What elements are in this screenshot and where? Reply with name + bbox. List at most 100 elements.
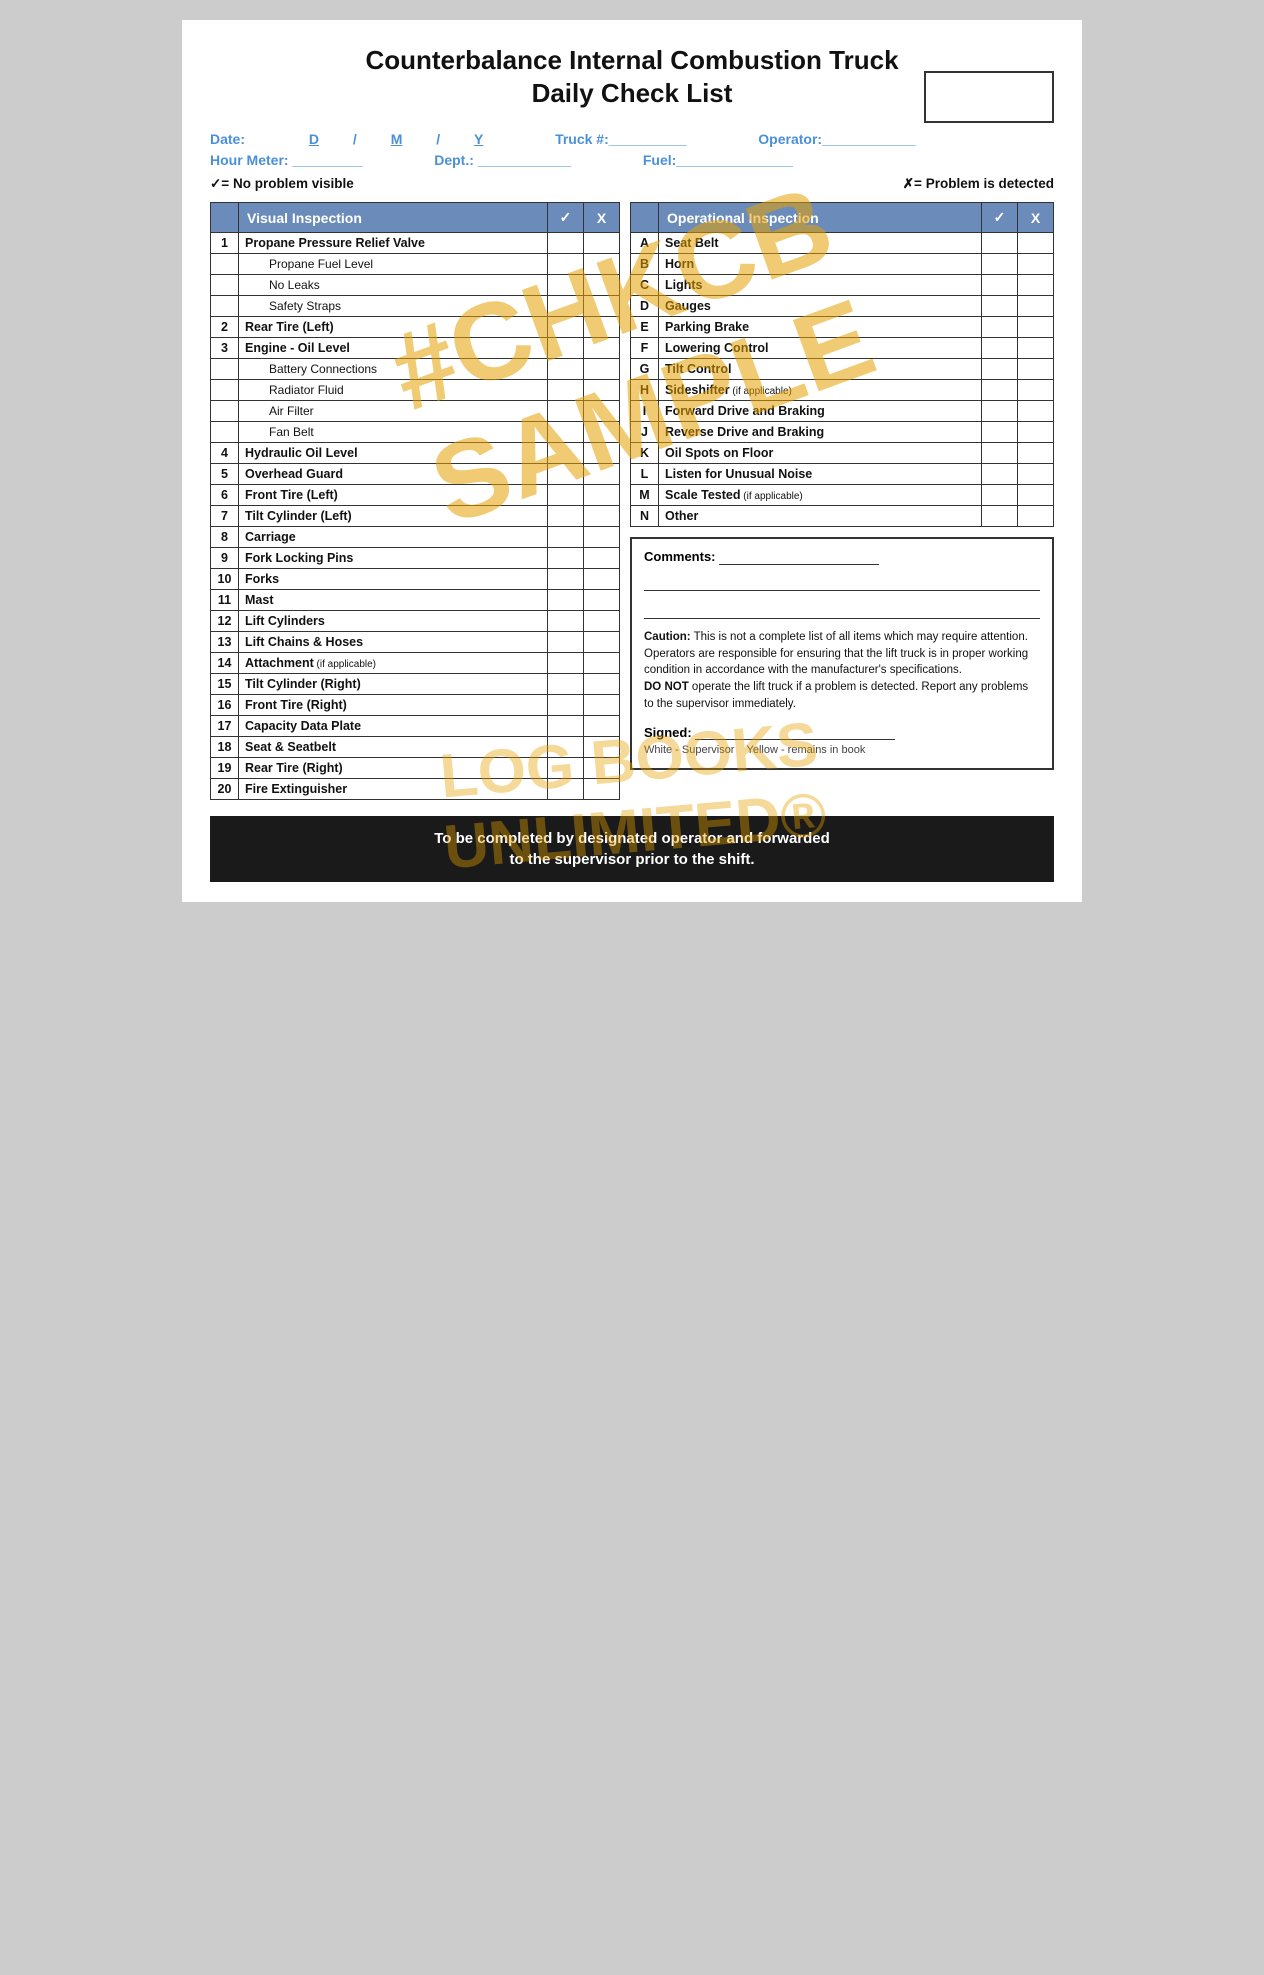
op-row-x[interactable] [1018,464,1054,485]
visual-row-x[interactable] [584,632,620,653]
visual-row-check[interactable] [548,275,584,296]
visual-row-x[interactable] [584,317,620,338]
op-row-x[interactable] [1018,422,1054,443]
visual-row-check[interactable] [548,737,584,758]
op-row-check[interactable] [982,443,1018,464]
visual-row-check[interactable] [548,758,584,779]
visual-row-check[interactable] [548,233,584,254]
visual-row-check[interactable] [548,674,584,695]
visual-num-header [211,203,239,233]
visual-table-row: 11Mast [211,590,620,611]
op-row-check[interactable] [982,506,1018,527]
op-row-x[interactable] [1018,275,1054,296]
op-row-x[interactable] [1018,485,1054,506]
op-row-check[interactable] [982,338,1018,359]
op-row-check[interactable] [982,296,1018,317]
visual-row-x[interactable] [584,380,620,401]
visual-row-check[interactable] [548,632,584,653]
visual-row-check[interactable] [548,653,584,674]
visual-row-check[interactable] [548,569,584,590]
op-row-x[interactable] [1018,380,1054,401]
op-row-x[interactable] [1018,443,1054,464]
visual-table-row: 8Carriage [211,527,620,548]
visual-row-x[interactable] [584,653,620,674]
visual-row-x[interactable] [584,569,620,590]
visual-row-check[interactable] [548,527,584,548]
op-row-check[interactable] [982,275,1018,296]
signed-line[interactable] [695,724,895,740]
visual-row-x[interactable] [584,779,620,800]
op-row-check[interactable] [982,233,1018,254]
op-row-check[interactable] [982,464,1018,485]
visual-row-x[interactable] [584,506,620,527]
visual-row-check[interactable] [548,401,584,422]
visual-header: Visual Inspection [239,203,548,233]
op-row-check[interactable] [982,254,1018,275]
visual-row-check[interactable] [548,254,584,275]
op-row-num: J [631,422,659,443]
visual-row-check[interactable] [548,590,584,611]
visual-row-x[interactable] [584,254,620,275]
visual-row-check[interactable] [548,716,584,737]
op-row-check[interactable] [982,359,1018,380]
visual-row-check[interactable] [548,359,584,380]
visual-row-check[interactable] [548,422,584,443]
visual-row-check[interactable] [548,296,584,317]
op-row-check[interactable] [982,317,1018,338]
visual-row-check[interactable] [548,380,584,401]
op-row-check[interactable] [982,422,1018,443]
visual-row-x[interactable] [584,527,620,548]
visual-row-x[interactable] [584,296,620,317]
visual-row-x[interactable] [584,401,620,422]
visual-row-check[interactable] [548,443,584,464]
op-table-row: LListen for Unusual Noise [631,464,1054,485]
id-box[interactable] [924,71,1054,123]
op-row-check[interactable] [982,380,1018,401]
visual-row-x[interactable] [584,590,620,611]
visual-row-check[interactable] [548,485,584,506]
op-row-x[interactable] [1018,233,1054,254]
op-row-label: Forward Drive and Braking [659,401,982,422]
visual-row-check[interactable] [548,695,584,716]
main-columns: Visual Inspection ✓ X 1Propane Pressure … [210,202,1054,800]
op-row-x[interactable] [1018,317,1054,338]
op-row-x[interactable] [1018,254,1054,275]
op-row-x[interactable] [1018,401,1054,422]
visual-row-x[interactable] [584,611,620,632]
visual-row-x[interactable] [584,695,620,716]
visual-row-x[interactable] [584,464,620,485]
visual-inspection-col: Visual Inspection ✓ X 1Propane Pressure … [210,202,620,800]
visual-row-x[interactable] [584,674,620,695]
op-row-label: Gauges [659,296,982,317]
visual-row-check[interactable] [548,338,584,359]
visual-row-x[interactable] [584,338,620,359]
visual-row-x[interactable] [584,233,620,254]
comments-line-1[interactable] [644,571,1040,591]
visual-row-x[interactable] [584,422,620,443]
visual-row-check[interactable] [548,464,584,485]
visual-row-x[interactable] [584,758,620,779]
visual-row-check[interactable] [548,548,584,569]
op-row-check[interactable] [982,401,1018,422]
op-row-x[interactable] [1018,359,1054,380]
visual-row-check[interactable] [548,779,584,800]
hour-meter-label: Hour Meter: _________ [210,152,363,168]
comments-line-2[interactable] [644,599,1040,619]
visual-row-check[interactable] [548,506,584,527]
op-row-x[interactable] [1018,296,1054,317]
op-row-x[interactable] [1018,338,1054,359]
op-row-x[interactable] [1018,506,1054,527]
visual-row-x[interactable] [584,548,620,569]
visual-row-x[interactable] [584,275,620,296]
visual-row-check[interactable] [548,611,584,632]
visual-row-x[interactable] [584,737,620,758]
visual-row-x[interactable] [584,716,620,737]
visual-row-check[interactable] [548,317,584,338]
visual-row-label: Propane Fuel Level [239,254,548,275]
op-row-check[interactable] [982,485,1018,506]
visual-row-num: 1 [211,233,239,254]
visual-row-label: Air Filter [239,401,548,422]
visual-row-x[interactable] [584,359,620,380]
visual-row-x[interactable] [584,443,620,464]
visual-row-x[interactable] [584,485,620,506]
